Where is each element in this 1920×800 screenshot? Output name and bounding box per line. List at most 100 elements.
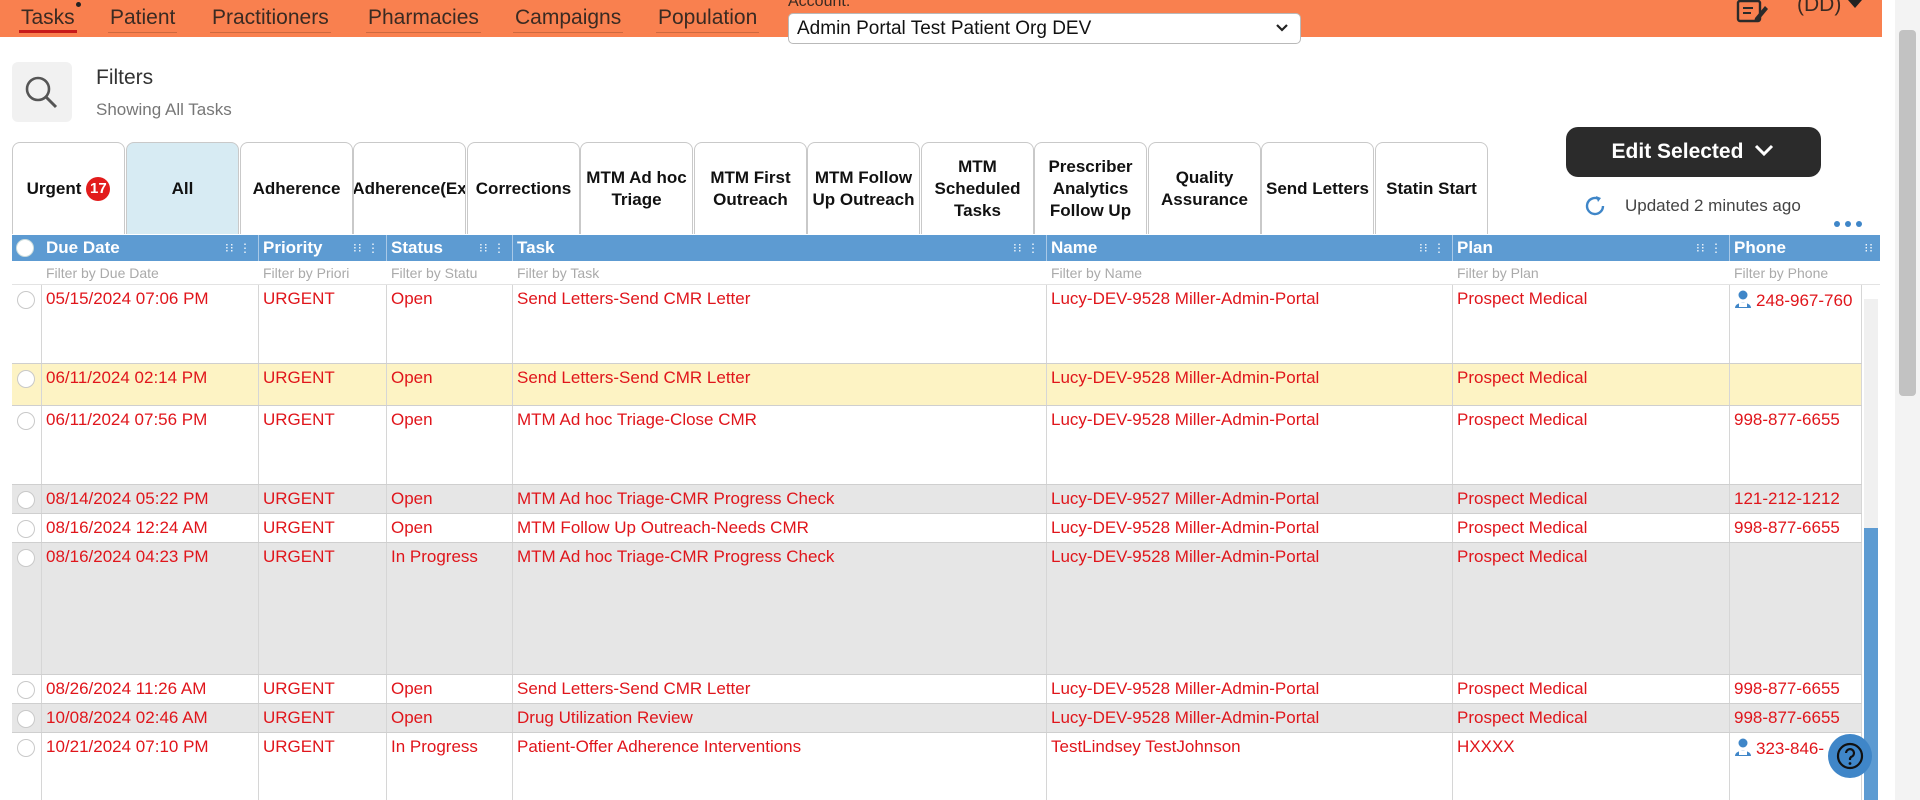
column-header-name[interactable]: Name ⁝⁝ ⋮ xyxy=(1047,235,1453,261)
cell-status: Open xyxy=(387,704,513,732)
cell-status-text: Open xyxy=(391,489,433,508)
cell-priority: URGENT xyxy=(259,364,387,405)
column-header-phone[interactable]: Phone ⁝⁝ xyxy=(1730,235,1880,261)
tab-adherence[interactable]: Adherence xyxy=(240,142,353,234)
tab-prescriber-analytics[interactable]: Prescriber Analytics Follow Up xyxy=(1034,142,1147,234)
help-button[interactable] xyxy=(1828,734,1872,778)
top-nav-bar: Tasks Patient Practitioners Pharmacies C… xyxy=(0,0,1882,44)
filter-task-input[interactable]: Filter by Task xyxy=(513,261,1047,285)
cell-due: 08/14/2024 05:22 PM xyxy=(42,485,259,513)
table-row[interactable]: 08/14/2024 05:22 PM URGENT Open MTM Ad hoc … xyxy=(12,485,1862,514)
filter-status-input[interactable]: Filter by Statu xyxy=(387,261,513,285)
tab-mtm-follow-up-outreach[interactable]: MTM Follow Up Outreach xyxy=(807,142,920,234)
column-menu-icon[interactable]: ⁝⁝ ⋮ xyxy=(1419,235,1446,261)
cell-task: Send Letters-Send CMR Letter xyxy=(513,364,1047,405)
cell-priority-text: URGENT xyxy=(263,289,335,308)
row-select-cell xyxy=(12,543,42,674)
cell-name-text: Lucy-DEV-9528 Miller-Admin-Portal xyxy=(1051,708,1320,727)
column-menu-icon[interactable]: ⁝⁝ ⋮ xyxy=(479,235,506,261)
table-row[interactable]: 06/11/2024 02:14 PM URGENT Open Send Letter… xyxy=(12,364,1862,406)
nav-tab-pharmacies[interactable]: Pharmacies xyxy=(366,3,481,33)
column-menu-icon[interactable]: ⁝⁝ ⋮ xyxy=(1696,235,1723,261)
table-row[interactable]: 08/26/2024 11:26 AM URGENT Open Send Letter… xyxy=(12,675,1862,704)
account-select-value: Admin Portal Test Patient Org DEV xyxy=(797,18,1092,39)
column-menu-icon[interactable]: ⁝⁝ ⋮ xyxy=(225,235,252,261)
filter-phone-input[interactable]: Filter by Phone xyxy=(1730,261,1880,285)
nav-tab-campaigns[interactable]: Campaigns xyxy=(513,3,624,33)
patient-contact-icon xyxy=(1734,289,1752,314)
tab-mtm-scheduled-tasks[interactable]: MTM Scheduled Tasks xyxy=(921,142,1034,234)
tab-mtm-first-outreach[interactable]: MTM First Outreach xyxy=(694,142,807,234)
cell-plan: Prospect Medical xyxy=(1453,543,1730,674)
cell-due: 10/08/2024 02:46 AM xyxy=(42,704,259,732)
row-select-cell xyxy=(12,704,42,732)
cell-plan-text: Prospect Medical xyxy=(1457,410,1588,429)
nav-tab-practitioners[interactable]: Practitioners xyxy=(210,3,331,33)
cell-task: Drug Utilization Review xyxy=(513,704,1047,732)
nav-tab-population[interactable]: Population xyxy=(656,3,760,33)
tab-send-letters[interactable]: Send Letters xyxy=(1261,142,1374,234)
account-select[interactable]: Admin Portal Test Patient Org DEV xyxy=(788,13,1301,44)
cell-priority: URGENT xyxy=(259,704,387,732)
tab-adherence-ex[interactable]: Adherence(Ex xyxy=(353,142,466,234)
column-label: Phone xyxy=(1734,238,1786,257)
chevron-down-icon xyxy=(1753,140,1775,164)
row-select-cell xyxy=(12,485,42,513)
table-row[interactable]: 08/16/2024 12:24 AM URGENT Open MTM Follow … xyxy=(12,514,1862,543)
filter-priority-input[interactable]: Filter by Priori xyxy=(259,261,387,285)
refresh-icon[interactable] xyxy=(1583,194,1607,223)
cell-due-text: 05/15/2024 07:06 PM xyxy=(46,289,209,308)
notification-dot xyxy=(75,2,81,7)
edit-selected-button[interactable]: Edit Selected xyxy=(1566,127,1821,177)
tasks-grid: Due Date ⁝⁝ ⋮ Priority ⁝⁝ ⋮ Status ⁝⁝ ⋮ … xyxy=(12,235,1880,800)
table-row[interactable]: 08/16/2024 04:23 PM URGENT In Progress MTM … xyxy=(12,543,1862,675)
column-label: Priority xyxy=(263,238,323,257)
grid-header: Due Date ⁝⁝ ⋮ Priority ⁝⁝ ⋮ Status ⁝⁝ ⋮ … xyxy=(12,235,1880,261)
edit-note-icon[interactable] xyxy=(1735,0,1769,29)
user-menu[interactable]: (DD) xyxy=(1797,0,1863,17)
tab-mtm-ad-hoc-triage[interactable]: MTM Ad hoc Triage xyxy=(580,142,693,234)
table-row[interactable]: 05/15/2024 07:06 PM URGENT Open Send Letter… xyxy=(12,285,1862,364)
cell-status: Open xyxy=(387,514,513,542)
cell-phone-text: 121-212-1212 xyxy=(1734,489,1840,508)
cell-due: 08/16/2024 12:24 AM xyxy=(42,514,259,542)
cell-task-text: MTM Ad hoc Triage-CMR Progress Check xyxy=(517,489,835,508)
cell-due: 06/11/2024 07:56 PM xyxy=(42,406,259,484)
filter-due-date-input[interactable]: Filter by Due Date xyxy=(42,261,259,285)
more-options-icon[interactable] xyxy=(1833,216,1863,234)
cell-name-text: Lucy-DEV-9528 Miller-Admin-Portal xyxy=(1051,410,1320,429)
cell-plan: Prospect Medical xyxy=(1453,364,1730,405)
tab-quality-assurance[interactable]: Quality Assurance xyxy=(1148,142,1261,234)
column-header-due-date[interactable]: Due Date ⁝⁝ ⋮ xyxy=(42,235,259,261)
column-header-status[interactable]: Status ⁝⁝ ⋮ xyxy=(387,235,513,261)
patient-contact-icon xyxy=(1734,737,1752,762)
column-menu-icon[interactable]: ⁝⁝ xyxy=(1864,235,1874,261)
column-menu-icon[interactable]: ⁝⁝ ⋮ xyxy=(1013,235,1040,261)
tab-all[interactable]: All xyxy=(126,142,239,234)
column-label: Status xyxy=(391,238,443,257)
nav-tab-patient[interactable]: Patient xyxy=(108,3,178,33)
table-row[interactable]: 10/21/2024 07:10 PM URGENT In Progress Pati… xyxy=(12,733,1862,800)
cell-phone: 248-967-760 xyxy=(1730,285,1862,363)
tab-statin-start[interactable]: Statin Start xyxy=(1375,142,1488,234)
cell-due-text: 08/26/2024 11:26 AM xyxy=(46,679,207,698)
cell-name-text: Lucy-DEV-9528 Miller-Admin-Portal xyxy=(1051,547,1320,566)
column-header-task[interactable]: Task ⁝⁝ ⋮ xyxy=(513,235,1047,261)
row-select-cell xyxy=(12,285,42,363)
filter-plan-input[interactable]: Filter by Plan xyxy=(1453,261,1730,285)
select-all-checkbox[interactable] xyxy=(16,239,34,257)
caret-down-icon xyxy=(1847,0,1863,16)
tab-corrections[interactable]: Corrections xyxy=(467,142,580,234)
filter-search-button[interactable] xyxy=(12,62,72,122)
account-label: Account: xyxy=(788,0,851,10)
column-header-priority[interactable]: Priority ⁝⁝ ⋮ xyxy=(259,235,387,261)
column-header-plan[interactable]: Plan ⁝⁝ ⋮ xyxy=(1453,235,1730,261)
cell-task-text: Send Letters-Send CMR Letter xyxy=(517,679,751,698)
column-menu-icon[interactable]: ⁝⁝ ⋮ xyxy=(353,235,380,261)
table-row[interactable]: 10/08/2024 02:46 AM URGENT Open Drug Utiliz… xyxy=(12,704,1862,733)
table-row[interactable]: 06/11/2024 07:56 PM URGENT Open MTM Ad hoc … xyxy=(12,406,1862,485)
filter-name-input[interactable]: Filter by Name xyxy=(1047,261,1453,285)
nav-tab-tasks[interactable]: Tasks xyxy=(19,2,81,33)
page-scrollbar-thumb[interactable] xyxy=(1899,30,1916,396)
tab-urgent[interactable]: Urgent 17 xyxy=(12,142,125,234)
